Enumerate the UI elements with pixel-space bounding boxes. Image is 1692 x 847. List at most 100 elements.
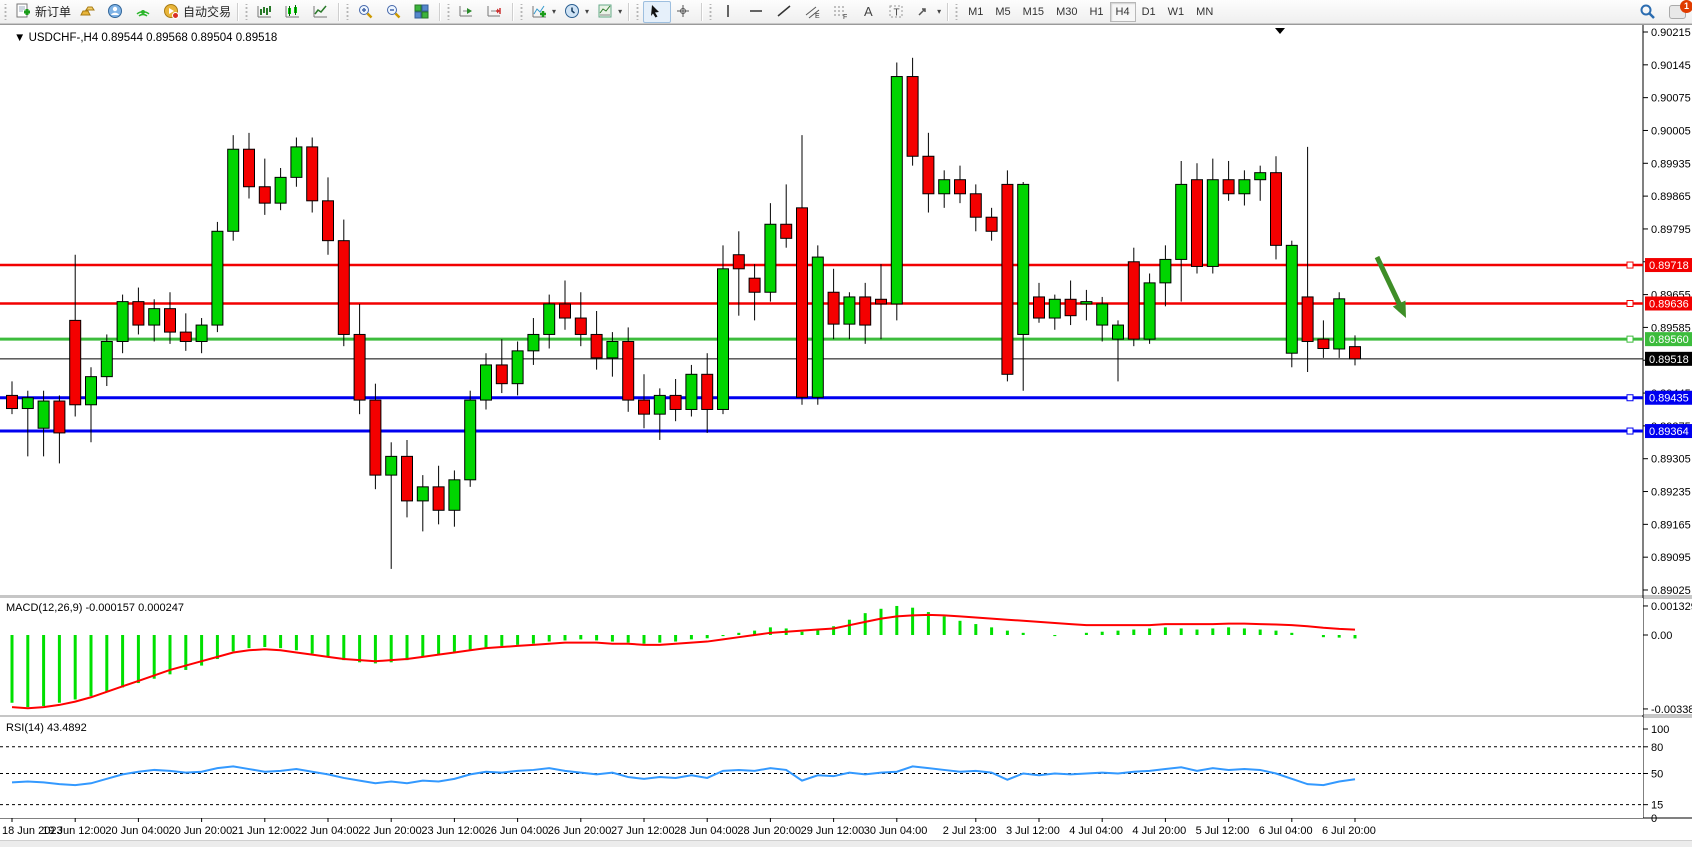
candle-body-bull (1049, 299, 1060, 318)
price-axis[interactable] (1643, 25, 1692, 818)
zoom-out-button[interactable] (381, 1, 409, 23)
line-handle[interactable] (1627, 262, 1633, 268)
crosshair-button[interactable] (671, 1, 699, 23)
candle-body-bear (828, 292, 839, 324)
line-chart-button[interactable] (308, 1, 336, 23)
search-button[interactable] (1635, 1, 1663, 23)
timeframe-h4-button[interactable]: H4 (1110, 2, 1136, 22)
hline-button[interactable] (744, 1, 772, 23)
time-axis[interactable] (0, 818, 1643, 840)
toolbar-grip (635, 4, 640, 20)
candle-body-bear (1192, 180, 1203, 267)
zoom-in-button[interactable] (353, 1, 381, 23)
macd-pane[interactable] (0, 598, 1643, 715)
cursor-icon (647, 3, 664, 20)
signals-button[interactable] (131, 1, 159, 23)
candle-body-bear (1271, 173, 1282, 246)
timeframe-mn-button[interactable]: MN (1190, 2, 1219, 22)
timeframe-d1-button[interactable]: D1 (1136, 2, 1162, 22)
candle-body-bear (496, 365, 507, 384)
candle-body-bull (465, 400, 476, 480)
chat-button[interactable]: 1 (1669, 5, 1686, 19)
candle (465, 391, 476, 487)
toolbar-separator (439, 3, 441, 21)
autotrade-icon (163, 3, 180, 20)
timeframe-h1-button[interactable]: H1 (1083, 2, 1109, 22)
channel-button[interactable]: E (800, 1, 828, 23)
candle-body-bull (544, 304, 555, 334)
candle-body-bull (891, 77, 902, 304)
gold-icon (79, 3, 96, 20)
periods-button[interactable]: ▾ (560, 1, 593, 23)
candle (212, 222, 223, 332)
toolbar-grip (519, 4, 524, 20)
new-order-icon (15, 3, 32, 20)
signal-icon (135, 3, 152, 20)
toolbar-separator (628, 3, 630, 21)
periods-button-caret[interactable]: ▾ (585, 7, 589, 16)
candle-chart-button[interactable] (280, 1, 308, 23)
line-handle[interactable] (1627, 336, 1633, 342)
timeframe-w1-button[interactable]: W1 (1162, 2, 1191, 22)
chart-window[interactable]: 0.902150.901450.900750.900050.899350.898… (0, 24, 1692, 841)
timeframe-m30-button[interactable]: M30 (1050, 2, 1083, 22)
autotrade-button[interactable]: 自动交易 (159, 1, 235, 23)
candle-body-bear (338, 241, 349, 335)
indicators-button[interactable]: ▾ (527, 1, 560, 23)
line-handle[interactable] (1627, 428, 1633, 434)
candle-body-bear (923, 156, 934, 194)
vline-icon (720, 3, 737, 20)
candle-body-bear (970, 194, 981, 217)
fibo-icon: F (832, 3, 849, 20)
candle-body-bear (259, 187, 270, 203)
candle-body-bull (654, 395, 665, 414)
vline-button[interactable] (716, 1, 744, 23)
svg-text:F: F (843, 14, 847, 20)
candle-body-bull (86, 377, 97, 405)
candle-body-bull (449, 480, 460, 510)
candle-body-bear (180, 332, 191, 341)
timeframe-m5-button[interactable]: M5 (989, 2, 1016, 22)
timeframe-m15-button[interactable]: M15 (1017, 2, 1050, 22)
arrows-button-caret[interactable]: ▾ (937, 7, 941, 16)
fibo-button[interactable]: F (828, 1, 856, 23)
candle-body-bear (354, 334, 365, 400)
crosshair-icon (675, 3, 692, 20)
new-order-button[interactable]: 新订单 (11, 1, 75, 23)
candle-body-bull (481, 365, 492, 400)
cursor-button[interactable] (643, 1, 671, 23)
template-icon (597, 3, 614, 20)
svg-text:E: E (815, 13, 820, 20)
toolbar-grip (954, 4, 959, 20)
candles-icon (284, 3, 301, 20)
candle-body-bear (70, 320, 81, 404)
line-handle[interactable] (1627, 395, 1633, 401)
rsi-pane[interactable] (0, 717, 1643, 818)
line-handle[interactable] (1627, 300, 1633, 306)
candle-body-bear (749, 278, 760, 292)
bar-chart-button[interactable] (252, 1, 280, 23)
zoomout-icon (385, 3, 402, 20)
expert-button[interactable] (103, 1, 131, 23)
tile-windows-button[interactable] (409, 1, 437, 23)
templates-button-caret[interactable]: ▾ (618, 7, 622, 16)
timeframe-m1-button[interactable]: M1 (962, 2, 989, 22)
candle-body-bear (307, 147, 318, 201)
deposit-button[interactable] (75, 1, 103, 23)
candle-body-bull (22, 398, 33, 409)
text-button[interactable]: A (856, 1, 884, 23)
indicators-button-caret[interactable]: ▾ (552, 7, 556, 16)
auto-scroll-button[interactable] (454, 1, 482, 23)
chart-shift-button[interactable] (482, 1, 510, 23)
label-button[interactable]: T (884, 1, 912, 23)
trendline-button[interactable] (772, 1, 800, 23)
candle-body-bull (101, 341, 112, 376)
arrows-button[interactable]: ▾ (912, 1, 945, 23)
templates-button[interactable]: ▾ (593, 1, 626, 23)
candle-body-bull (228, 149, 239, 231)
symbol-ohlc-label: ▼ USDCHF-,H4 0.89544 0.89568 0.89504 0.8… (14, 32, 277, 44)
candle-body-bear (781, 224, 792, 238)
toolbar-grip (3, 4, 8, 20)
candle-body-bear (1302, 297, 1313, 342)
candle-body-bull (1081, 302, 1092, 304)
